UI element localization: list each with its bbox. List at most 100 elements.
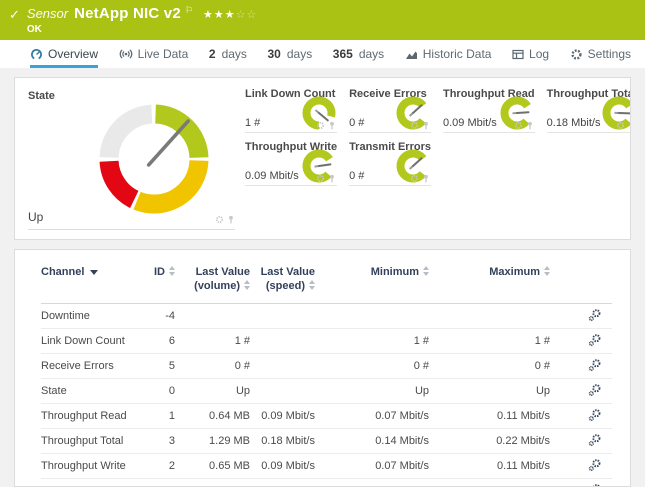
cell-channel: Transmit Errors [41, 478, 140, 487]
mini-gauge-throughput-write[interactable]: Throughput Write 0.09 Mbit/s [245, 141, 337, 186]
pin-icon[interactable] [422, 174, 430, 183]
channel-settings-icon [588, 358, 602, 372]
cell-channel: Throughput Total [41, 428, 140, 453]
cell-last_volume: 0.65 MB [175, 453, 250, 478]
pin-icon[interactable] [526, 121, 534, 130]
cell-id: 0 [140, 378, 175, 403]
overview-gauge-icon [30, 48, 43, 61]
pin-icon[interactable] [422, 121, 430, 130]
channel-settings-button[interactable] [550, 403, 612, 428]
cell-min [315, 303, 429, 328]
object-kind-label: Sensor [27, 6, 68, 21]
gear-icon[interactable] [616, 121, 625, 130]
col-minimum[interactable]: Minimum [315, 250, 429, 303]
col-id[interactable]: ID [140, 250, 175, 303]
channel-settings-button[interactable] [550, 328, 612, 353]
status-badge: OK [27, 24, 257, 35]
sensor-name: NetApp NIC v2 [74, 5, 181, 22]
channel-settings-button[interactable] [550, 428, 612, 453]
stars-empty[interactable]: ☆☆ [236, 9, 258, 21]
tab-2-days[interactable]: 2days [209, 40, 247, 68]
gauge-corner-icons [316, 174, 336, 183]
cell-id: 5 [140, 353, 175, 378]
mini-gauge-transmit-errors[interactable]: Transmit Errors 0 # [349, 141, 431, 186]
channel-settings-button[interactable] [550, 378, 612, 403]
cell-channel: Link Down Count [41, 328, 140, 353]
cell-id: 3 [140, 428, 175, 453]
tab-30-days[interactable]: 30days [268, 40, 313, 68]
gear-icon[interactable] [316, 174, 325, 183]
historic-data-chart-icon [405, 49, 418, 60]
status-ok-check-icon: ✓ [9, 7, 20, 23]
cell-last_volume: 0.64 MB [175, 403, 250, 428]
state-gauge-value: Up [28, 210, 43, 224]
tab-settings[interactable]: Settings [570, 40, 631, 68]
channel-settings-button[interactable] [550, 303, 612, 328]
channel-settings-icon [588, 483, 602, 487]
table-row: State0UpUpUp [41, 378, 612, 403]
cell-channel: Throughput Write [41, 453, 140, 478]
channel-settings-icon [588, 333, 602, 347]
channel-settings-button[interactable] [550, 353, 612, 378]
pin-icon[interactable] [227, 215, 235, 224]
gear-icon[interactable] [316, 121, 325, 130]
cell-max [429, 303, 550, 328]
col-maximum[interactable]: Maximum [429, 250, 550, 303]
stars-filled[interactable]: ★★★ [203, 9, 236, 21]
channel-settings-button[interactable] [550, 478, 612, 487]
gear-icon[interactable] [215, 215, 224, 224]
gauge-title: State [28, 90, 55, 102]
cell-min: 0 # [315, 353, 429, 378]
cell-last_speed: 0.18 Mbit/s [250, 428, 315, 453]
sort-icon [244, 280, 250, 290]
state-gauge [93, 98, 215, 220]
mini-gauge-link-down-count[interactable]: Link Down Count 1 # [245, 88, 337, 133]
col-channel[interactable]: Channel [41, 250, 140, 303]
cell-channel: Downtime [41, 303, 140, 328]
tab-live-data[interactable]: Live Data [119, 40, 189, 68]
cell-last_speed: 0.09 Mbit/s [250, 403, 315, 428]
priority-stars[interactable]: ★★★☆☆ [203, 8, 257, 21]
channel-settings-icon [588, 458, 602, 472]
col-last-value-speed[interactable]: Last Value (speed) [250, 250, 315, 303]
mini-gauge-receive-errors[interactable]: Receive Errors 0 # [349, 88, 431, 133]
channel-settings-button[interactable] [550, 453, 612, 478]
sort-icon [169, 266, 175, 276]
cell-last_speed [250, 478, 315, 487]
tab-log[interactable]: Log [512, 40, 549, 68]
cell-id: 6 [140, 328, 175, 353]
channel-settings-icon [588, 408, 602, 422]
gear-icon[interactable] [410, 174, 419, 183]
mini-gauge-throughput-total[interactable]: Throughput Total 0.18 Mbit/s [547, 88, 631, 133]
tab-365-days[interactable]: 365days [333, 40, 384, 68]
sensor-header: ✓ Sensor NetApp NIC v2 ⚐ ★★★☆☆ OK [0, 0, 645, 40]
pin-icon[interactable] [628, 121, 631, 130]
pin-icon[interactable] [328, 174, 336, 183]
gear-icon[interactable] [410, 121, 419, 130]
gauge-corner-icons [215, 215, 235, 224]
mini-gauge-throughput-read[interactable]: Throughput Read 0.09 Mbit/s [443, 88, 535, 133]
overview-panel: State Up L [14, 77, 631, 240]
tab-bar: Overview Live Data 2days 30days 365days … [0, 40, 645, 68]
gear-icon[interactable] [514, 121, 523, 130]
gauge-corner-icons [514, 121, 534, 130]
state-gauge-cell[interactable]: State Up [15, 78, 239, 239]
sort-icon [423, 266, 429, 276]
channel-table: Channel ID Last Value (volume) Last Valu… [41, 250, 612, 487]
table-row: Throughput Read10.64 MB0.09 Mbit/s0.07 M… [41, 403, 612, 428]
cell-last_volume: Up [175, 378, 250, 403]
cell-min: 0.14 Mbit/s [315, 428, 429, 453]
pin-icon[interactable] [328, 121, 336, 130]
cell-last_volume: 0 # [175, 353, 250, 378]
gauge-corner-icons [410, 121, 430, 130]
col-last-value-volume[interactable]: Last Value (volume) [175, 250, 250, 303]
gauge-corner-icons [410, 174, 430, 183]
cell-last_volume: 1.29 MB [175, 428, 250, 453]
priority-flag-icon[interactable]: ⚐ [185, 5, 193, 16]
settings-gear-icon [570, 48, 583, 61]
gauge-needle [149, 121, 188, 165]
tab-historic-data[interactable]: Historic Data [405, 40, 492, 68]
tab-overview[interactable]: Overview [30, 40, 98, 68]
cell-max: 0.22 Mbit/s [429, 428, 550, 453]
cell-last_speed: 0.09 Mbit/s [250, 453, 315, 478]
